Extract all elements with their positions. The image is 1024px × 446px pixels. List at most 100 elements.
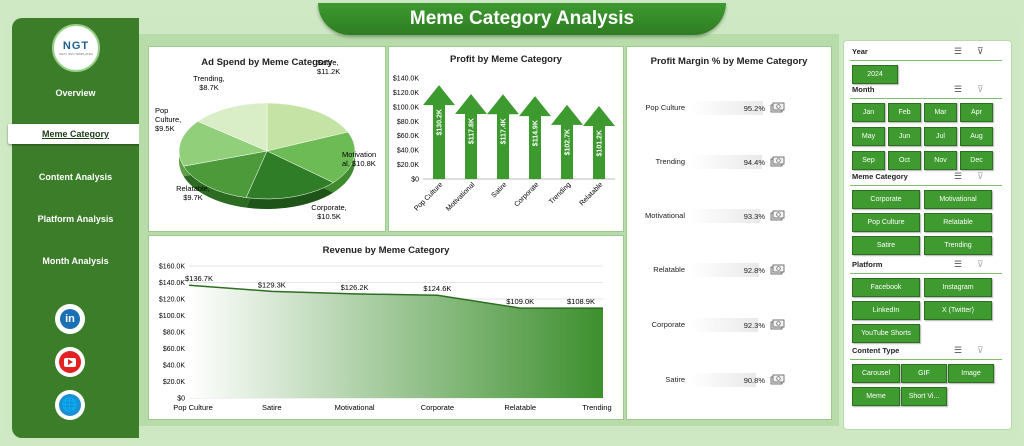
nav-platform-analysis[interactable]: Platform Analysis [12,214,139,224]
content-option[interactable]: Short Vi... [901,387,947,406]
month-option[interactable]: Jan [852,103,885,122]
y-tick-label: $140.0K [393,76,419,83]
month-option[interactable]: Aug [960,127,993,146]
nav-meme-category[interactable]: Meme Category [8,124,143,144]
clear-filter-icon[interactable]: ⊽ [977,171,984,182]
pie-label: Motivation [342,150,376,159]
logo: NGT NEXT GEN TEMPLATES [52,24,100,72]
margin-row[interactable]: Pop Culture 95.2% [627,101,837,115]
month-option[interactable]: Dec [960,151,993,170]
margin-row[interactable]: Trending 94.4% [627,155,837,169]
month-option[interactable]: Oct [888,151,921,170]
year-option[interactable]: 2024 [852,65,898,84]
y-tick-label: $120.0K [159,297,185,304]
category-option[interactable]: Corporate [852,190,920,209]
slicer-divider [850,185,1002,186]
month-option[interactable]: May [852,127,885,146]
category-slicer-title: Meme Category [852,172,908,181]
linkedin-button[interactable]: in [55,304,85,334]
year-slicer-title: Year [852,47,868,56]
y-tick-label: $160.0K [159,264,185,271]
multi-select-icon[interactable]: ☰ [954,259,962,270]
y-tick-label: $100.0K [393,104,419,111]
globe-icon: 🌐 [59,394,81,416]
slicer-divider [850,273,1002,274]
y-tick-label: $120.0K [393,90,419,97]
x-tick-label: Motivational [445,181,477,213]
pie-label: al, $10.8K [342,159,376,168]
y-tick-label: $20.0K [163,379,186,386]
category-option[interactable]: Pop Culture [852,213,920,232]
clear-filter-icon[interactable]: ⊽ [977,46,984,57]
profit-value-label: $130.2K [437,109,444,135]
category-option[interactable]: Motivational [924,190,992,209]
slicer-divider [850,60,1002,61]
y-tick-label: $100.0K [159,313,185,320]
clear-filter-icon[interactable]: ⊽ [977,259,984,270]
multi-select-icon[interactable]: ☰ [954,46,962,57]
x-tick-label: Relatable [504,403,536,412]
pie-value-label: $9.5K [155,124,175,133]
multi-select-icon[interactable]: ☰ [954,171,962,182]
month-option[interactable]: Apr [960,103,993,122]
revenue-value-label: $129.3K [258,280,286,289]
category-option[interactable]: Trending [924,236,992,255]
month-option[interactable]: Mar [924,103,957,122]
content-option[interactable]: GIF [901,364,947,383]
platform-option[interactable]: LinkedIn [852,301,920,320]
slicer-divider [850,359,1002,360]
pie-label: Trending, [193,74,224,83]
clear-filter-icon[interactable]: ⊽ [977,84,984,95]
nav-content-analysis[interactable]: Content Analysis [12,172,139,182]
multi-select-icon[interactable]: ☰ [954,345,962,356]
margin-value-label: 92.3% [743,321,765,330]
page-title: Meme Category Analysis [318,3,726,35]
pie-label: Pop [155,106,168,115]
platform-option[interactable]: X (Twitter) [924,301,992,320]
y-tick-label: $60.0K [163,346,186,353]
content-option[interactable]: Carousel [852,364,900,383]
month-option[interactable]: Jul [924,127,957,146]
revenue-value-label: $124.6K [423,284,451,293]
margin-row[interactable]: Corporate 92.3% [627,318,837,332]
category-option[interactable]: Relatable [924,213,992,232]
margin-category-label: Pop Culture [645,103,685,112]
month-option[interactable]: Nov [924,151,957,170]
revenue-area-chart: $0 $20.0K $40.0K $60.0K $80.0K $100.0K $120.0K… [159,264,612,413]
margin-title: Profit Margin % by Meme Category [650,56,808,67]
content-option[interactable]: Meme [852,387,900,406]
category-option[interactable]: Satire [852,236,920,255]
platform-option[interactable]: YouTube Shorts [852,324,920,343]
margin-category-label: Corporate [651,320,685,329]
cash-icon [770,210,785,221]
nav-overview[interactable]: Overview [12,88,139,98]
revenue-value-label: $126.2K [341,283,369,292]
ad-spend-pie-chart: Satire,$11.2K Motivational, $10.8K Corpora… [155,58,376,221]
revenue-area[interactable] [189,285,603,398]
margin-row[interactable]: Motivational 93.3% [627,209,837,223]
margin-row[interactable]: Relatable 92.8% [627,263,837,277]
margin-category-label: Satire [665,375,685,384]
platform-option[interactable]: Facebook [852,278,920,297]
nav-month-analysis[interactable]: Month Analysis [12,256,139,266]
month-option[interactable]: Jun [888,127,921,146]
profit-panel: Profit by Meme Category $0 $20.0K $40.0K $6… [388,46,624,232]
month-option[interactable]: Sep [852,151,885,170]
youtube-button[interactable] [55,347,85,377]
content-option[interactable]: Image [948,364,994,383]
month-slicer-title: Month [852,85,875,94]
youtube-icon [59,351,81,373]
pie-value-label: $11.2K [317,67,340,76]
multi-select-icon[interactable]: ☰ [954,84,962,95]
margin-row[interactable]: Satire 90.8% [627,373,837,387]
platform-option[interactable]: Instagram [924,278,992,297]
content-slicer-title: Content Type [852,346,900,355]
clear-filter-icon[interactable]: ⊽ [977,345,984,356]
logo-subtext: NEXT GEN TEMPLATES [59,52,93,56]
margin-value-label: 93.3% [743,212,765,221]
margin-category-label: Motivational [644,211,685,220]
profit-value-label: $114.9K [533,120,540,146]
website-button[interactable]: 🌐 [55,390,85,420]
month-option[interactable]: Feb [888,103,921,122]
revenue-value-label: $108.9K [567,297,595,306]
